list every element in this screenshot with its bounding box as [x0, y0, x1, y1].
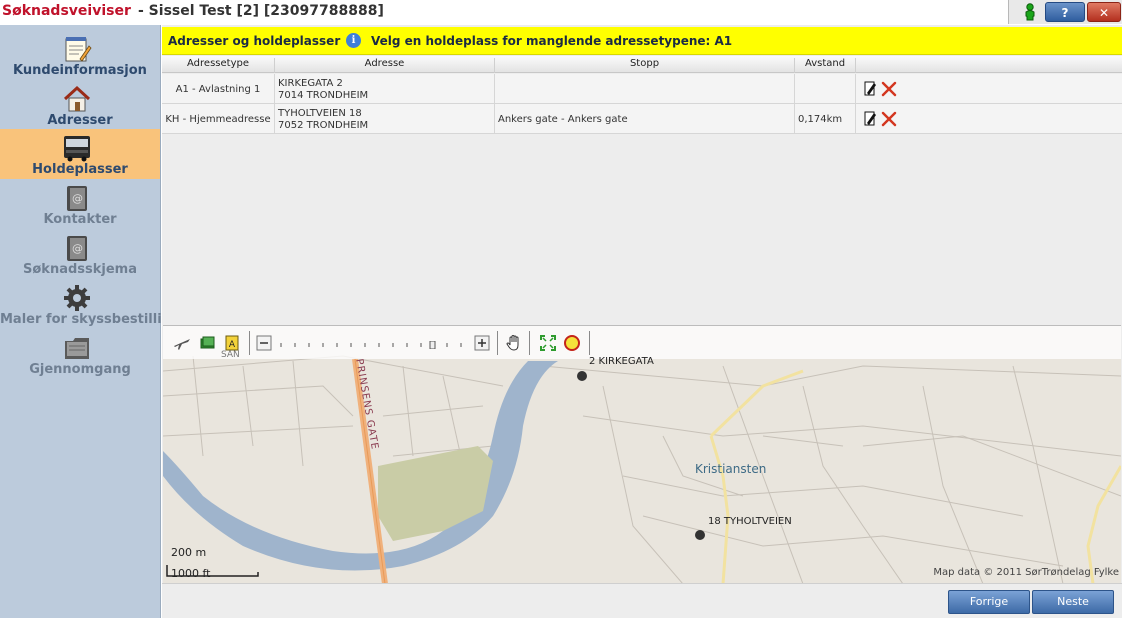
map-attribution: Map data © 2011 SørTrøndelag Fylke: [933, 567, 1119, 578]
airplane-icon[interactable]: [173, 334, 191, 352]
cell-type: A1 - Avlastning 1: [162, 74, 275, 104]
column-header: [856, 58, 1122, 73]
notepad-icon: [65, 37, 92, 62]
layers-icon[interactable]: [199, 334, 217, 352]
svg-text:A: A: [229, 340, 236, 350]
toolbar-separator: [529, 331, 530, 355]
delete-icon[interactable]: [881, 111, 897, 127]
main-content: Adresser og holdeplasser i Velg en holde…: [162, 25, 1122, 618]
sidebar-item-gjennomgang[interactable]: Gjennomgang: [0, 329, 160, 379]
pan-hand-icon[interactable]: [505, 334, 523, 352]
sidebar-item-kontakter[interactable]: @ Kontakter: [0, 179, 160, 229]
address-book-icon: @: [67, 236, 87, 261]
bus-icon: [64, 136, 90, 162]
zoom-slider[interactable]: [277, 341, 477, 349]
title-bar: Søknadsveiviser - Sissel Test [2] [23097…: [0, 0, 1122, 24]
toolbar-separator: [497, 331, 498, 355]
folder-icon: [65, 338, 89, 359]
person-status-icon: [1025, 3, 1035, 21]
sidebar-item-label: Adresser: [47, 113, 113, 128]
delete-icon[interactable]: [881, 81, 897, 97]
address-book-icon: @: [67, 186, 87, 211]
svg-text:@: @: [72, 242, 83, 255]
info-icon[interactable]: i: [346, 33, 361, 48]
column-header[interactable]: Adresse: [275, 58, 495, 73]
place-label: Kristiansten: [695, 462, 767, 476]
cell-stop: [495, 74, 795, 104]
window-title: - Sissel Test [2] [23097788888]: [138, 3, 384, 19]
cell-text: KH - Hjemmeadresse: [165, 114, 271, 125]
house-icon: [63, 85, 91, 112]
address-line2: 7052 TRONDHEIM: [278, 120, 369, 131]
header-bar: Adresser og holdeplasser i Velg en holde…: [162, 27, 1122, 55]
marker-label: 2 KIRKEGATA: [589, 356, 654, 367]
sidebar-item-kundeinformasjon[interactable]: Kundeinformasjon: [0, 30, 160, 80]
zoom-out-icon[interactable]: [255, 334, 273, 352]
map-toolbar: A SAN: [163, 326, 1121, 360]
address-line1: KIRKEGATA 2: [278, 78, 343, 89]
column-header[interactable]: Adressetype: [162, 58, 275, 73]
zoom-extent-icon[interactable]: [539, 334, 557, 352]
cell-address: TYHOLTVEIEN 18 7052 TRONDHEIM: [275, 104, 495, 134]
app-title: Søknadsveiviser: [2, 3, 131, 19]
scale-metric: 200 m: [171, 546, 207, 559]
map-view[interactable]: A SAN 2 KIRKEGATA 18 TYHOLTVEIEN Kristia…: [163, 325, 1121, 583]
address-line2: 7014 TRONDHEIM: [278, 90, 369, 101]
cell-distance: 0,174km: [795, 104, 856, 134]
column-header[interactable]: Avstand: [795, 58, 856, 73]
cell-stop: Ankers gate - Ankers gate: [495, 104, 795, 134]
cell-address: KIRKEGATA 2 7014 TRONDHEIM: [275, 74, 495, 104]
sidebar-item-label: Søknadsskjema: [23, 262, 137, 277]
sidebar: Kundeinformasjon Adresser Holdeplasser @…: [0, 25, 181, 618]
sidebar-item-label: Holdeplasser: [32, 162, 128, 177]
page-title: Adresser og holdeplasser: [168, 34, 341, 48]
edit-icon[interactable]: [863, 111, 877, 127]
toolbar-separator: [249, 331, 250, 355]
sidebar-item-adresser[interactable]: Adresser: [0, 80, 160, 130]
scale-imperial: 1000 ft: [171, 567, 211, 580]
sidebar-item-soknadsskjema[interactable]: @ Søknadsskjema: [0, 229, 160, 279]
help-button[interactable]: ?: [1045, 2, 1085, 22]
zoom-in-icon[interactable]: [473, 334, 491, 352]
gear-icon: [64, 285, 90, 311]
sidebar-item-label: Kundeinformasjon: [13, 63, 147, 78]
window-controls: ? ✕: [1008, 0, 1122, 24]
sidebar-item-label: Kontakter: [43, 212, 117, 227]
next-button[interactable]: Neste: [1032, 590, 1114, 614]
table-row[interactable]: KH - Hjemmeadresse TYHOLTVEIEN 18 7052 T…: [162, 104, 1122, 134]
header-message: Velg en holdeplass for manglende adresse…: [371, 34, 733, 48]
cell-type: KH - Hjemmeadresse: [162, 104, 275, 134]
sidebar-item-holdeplasser[interactable]: Holdeplasser: [0, 129, 160, 179]
marker-label: 18 TYHOLTVEIEN: [708, 516, 792, 527]
sidebar-item-label: Maler for skyssbestilling: [0, 312, 181, 327]
sidebar-item-maler[interactable]: Maler for skyssbestilling: [0, 279, 181, 329]
cell-text: 0,174km: [798, 114, 843, 125]
cell-distance: [795, 74, 856, 104]
svg-text:@: @: [72, 192, 83, 205]
circle-select-icon[interactable]: [563, 334, 581, 352]
cell-text: Ankers gate - Ankers gate: [498, 114, 628, 125]
toolbar-separator: [589, 331, 590, 355]
table-header: Adressetype Adresse Stopp Avstand: [162, 56, 1122, 73]
close-button[interactable]: ✕: [1087, 2, 1121, 22]
previous-button[interactable]: Forrige: [948, 590, 1030, 614]
cell-text: A1 - Avlastning 1: [175, 84, 261, 95]
edit-icon[interactable]: [863, 81, 877, 97]
column-header[interactable]: Stopp: [495, 58, 795, 73]
address-line1: TYHOLTVEIEN 18: [278, 108, 362, 119]
footer-bar: Forrige Neste: [162, 583, 1122, 618]
sidebar-item-label: Gjennomgang: [29, 362, 131, 377]
table-row[interactable]: A1 - Avlastning 1 KIRKEGATA 2 7014 TROND…: [162, 74, 1122, 104]
partial-map-label: SAN: [221, 350, 240, 360]
